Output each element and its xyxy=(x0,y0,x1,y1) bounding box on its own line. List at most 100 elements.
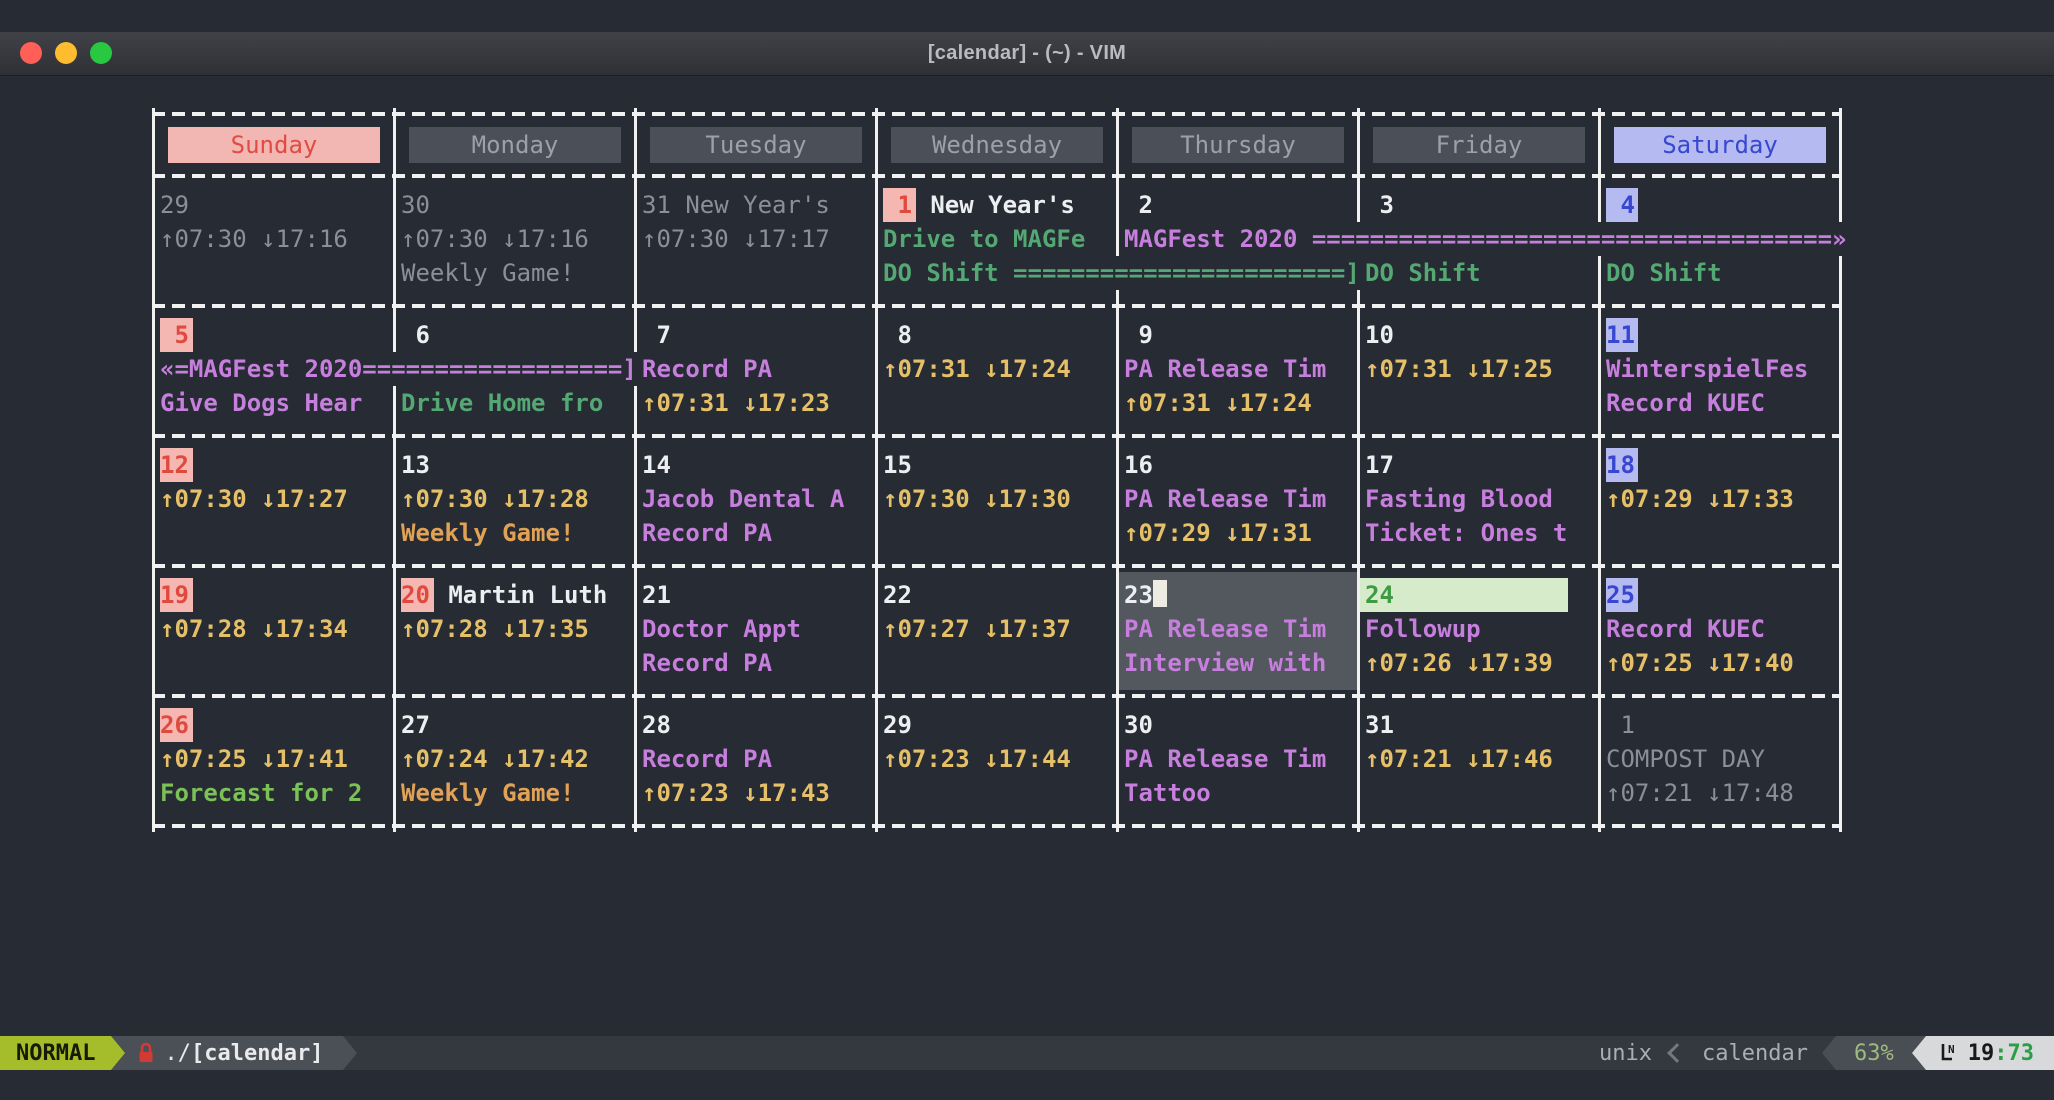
day-cell-26[interactable]: 26↑07:25 ↓17:41Forecast for 2 xyxy=(152,702,393,820)
event-text: PA Release Tim xyxy=(1124,355,1326,383)
event-line: ↑07:30 ↓17:16 xyxy=(155,222,393,256)
day-cell-18[interactable]: 18↑07:29 ↓17:33 xyxy=(1598,442,1839,560)
day-number: 31 xyxy=(1365,708,1394,742)
day-cell-5[interactable]: 5«=MAGFest 2020==================]Give D… xyxy=(152,312,393,430)
day-header-label: Wednesday xyxy=(891,127,1103,163)
day-cell-11[interactable]: 11WinterspielFesRecord KUEC xyxy=(1598,312,1839,430)
day-cell-29[interactable]: 29↑07:23 ↓17:44 xyxy=(875,702,1116,820)
event-text: Jacob Dental A xyxy=(642,485,844,513)
event-line: ↑07:26 ↓17:39 xyxy=(1360,646,1598,680)
day-cell-8[interactable]: 8↑07:31 ↓17:24 xyxy=(875,312,1116,430)
close-button[interactable] xyxy=(20,42,42,64)
day-number: 1 xyxy=(1606,708,1635,742)
day-number-line: 13 xyxy=(396,448,634,482)
event-line: WinterspielFes xyxy=(1601,352,1839,386)
event-text: Record PA xyxy=(642,649,772,677)
day-cell-29[interactable]: 29↑07:30 ↓17:16 xyxy=(152,182,393,300)
day-cell-31[interactable]: 31 ↑07:21 ↓17:46 xyxy=(1357,702,1598,820)
event-line: ↑07:30 ↓17:17 xyxy=(637,222,875,256)
sunrise-sunset-times: ↑07:31 ↓17:24 xyxy=(1124,389,1312,417)
day-number-line: 4 xyxy=(1601,188,1839,222)
day-cell-21[interactable]: 21 Doctor Appt Record PA xyxy=(634,572,875,690)
day-number: 21 xyxy=(642,578,671,612)
event-text: Weekly Game! xyxy=(401,779,574,807)
file-segment: ./[calendar] xyxy=(125,1036,343,1070)
day-cell-27[interactable]: 27↑07:24 ↓17:42Weekly Game! xyxy=(393,702,634,820)
day-header-friday: Friday xyxy=(1357,120,1598,170)
event-line: ↑07:21 ↓17:48 xyxy=(1601,776,1839,810)
day-number-line: 29 xyxy=(155,188,393,222)
day-cell-22[interactable]: 22↑07:27 ↓17:37 xyxy=(875,572,1116,690)
day-header-label: Saturday xyxy=(1614,127,1826,163)
event-text: «=MAGFest 2020==================] xyxy=(160,352,637,386)
day-cell-19[interactable]: 19↑07:28 ↓17:34 xyxy=(152,572,393,690)
day-header-thursday: Thursday xyxy=(1116,120,1357,170)
sunrise-sunset-times: ↑07:21 ↓17:46 xyxy=(1365,745,1553,773)
event-text: Give Dogs Hear xyxy=(160,389,362,417)
event-line: ↑07:27 ↓17:37 xyxy=(878,612,1116,646)
day-cell-31[interactable]: 31 New Year's↑07:30 ↓17:17 xyxy=(634,182,875,300)
event-line: ↑07:29 ↓17:33 xyxy=(1601,482,1839,516)
day-cell-23[interactable]: 23PA Release TimInterview with xyxy=(1116,572,1357,690)
event-line: Doctor Appt xyxy=(637,612,875,646)
sunrise-sunset-times: ↑07:25 ↓17:40 xyxy=(1606,649,1794,677)
sunrise-sunset-times: ↑07:30 ↓17:28 xyxy=(401,485,589,513)
grid-separator xyxy=(152,430,1842,442)
day-cell-1[interactable]: 1 New Year'sDrive to MAGFeDO Shift =====… xyxy=(875,182,1116,300)
event-line: ↑07:31 ↓17:23 xyxy=(637,386,875,420)
sunrise-sunset-times: ↑07:23 ↓17:43 xyxy=(642,779,830,807)
day-cell-13[interactable]: 13 ↑07:30 ↓17:28 Weekly Game! xyxy=(393,442,634,560)
day-number-line: 1 xyxy=(1601,708,1839,742)
event-line xyxy=(155,256,393,290)
event-line: Record KUEC xyxy=(1601,386,1839,420)
event-line: ↑07:28 ↓17:34 xyxy=(155,612,393,646)
day-cell-12[interactable]: 12↑07:30 ↓17:27 xyxy=(152,442,393,560)
day-cell-9[interactable]: 9PA Release Tim↑07:31 ↓17:24 xyxy=(1116,312,1357,430)
event-line: ↑07:30 ↓17:30 xyxy=(878,482,1116,516)
day-number-line: 30 xyxy=(396,188,634,222)
day-cell-30[interactable]: 30PA Release TimTattoo xyxy=(1116,702,1357,820)
event-line: Record PA xyxy=(637,742,875,776)
day-cell-10[interactable]: 10↑07:31 ↓17:25 xyxy=(1357,312,1598,430)
day-cell-24[interactable]: 24Followup↑07:26 ↓17:39 xyxy=(1357,572,1598,690)
grid-separator xyxy=(152,560,1842,572)
day-cell-14[interactable]: 14Jacob Dental ARecord PA xyxy=(634,442,875,560)
event-line: ↑07:21 ↓17:46 xyxy=(1360,742,1598,776)
day-number: 10 xyxy=(1365,318,1394,352)
event-text: Doctor Appt xyxy=(642,615,801,643)
day-cell-7[interactable]: 7Record PA↑07:31 ↓17:23 xyxy=(634,312,875,430)
day-cell-15[interactable]: 15↑07:30 ↓17:30 xyxy=(875,442,1116,560)
zoom-button[interactable] xyxy=(90,42,112,64)
event-line: Followup xyxy=(1360,612,1598,646)
sunrise-sunset-times: ↑07:28 ↓17:34 xyxy=(160,615,348,643)
event-text: PA Release Tim xyxy=(1124,485,1326,513)
minimize-button[interactable] xyxy=(55,42,77,64)
day-number: 16 xyxy=(1124,448,1153,482)
day-cell-20[interactable]: 20 Martin Luth↑07:28 ↓17:35 xyxy=(393,572,634,690)
event-line: DO Shift xyxy=(1360,256,1598,290)
line-number: 19 xyxy=(1968,1041,1995,1066)
event-text: DO Shift xyxy=(1365,259,1481,287)
day-cell-28[interactable]: 28Record PA↑07:23 ↓17:43 xyxy=(634,702,875,820)
day-number: 30 xyxy=(401,188,430,222)
event-text: DO Shift xyxy=(1606,259,1722,287)
day-number: 23 xyxy=(1124,578,1153,612)
day-cell-1[interactable]: 1COMPOST DAY↑07:21 ↓17:48 xyxy=(1598,702,1839,820)
event-text: Followup xyxy=(1365,615,1481,643)
event-line: ↑07:30 ↓17:28 xyxy=(396,482,634,516)
day-number: 22 xyxy=(883,578,912,612)
day-cell-17[interactable]: 17Fasting BloodTicket: Ones t xyxy=(1357,442,1598,560)
day-number-line: 15 xyxy=(878,448,1116,482)
day-cell-30[interactable]: 30↑07:30 ↓17:16Weekly Game! xyxy=(393,182,634,300)
powerline-arrow xyxy=(111,1036,125,1070)
event-line: MAGFest 2020 ===========================… xyxy=(1119,222,1357,256)
day-number: 26 xyxy=(160,708,193,742)
sunrise-sunset-times: ↑07:31 ↓17:24 xyxy=(883,355,1071,383)
event-line: Fasting Blood xyxy=(1360,482,1598,516)
event-line: Weekly Game! xyxy=(396,516,634,550)
day-cell-16[interactable]: 16PA Release Tim↑07:29 ↓17:31 xyxy=(1116,442,1357,560)
day-cell-25[interactable]: 25Record KUEC↑07:25 ↓17:40 xyxy=(1598,572,1839,690)
event-line xyxy=(1360,386,1598,420)
day-number-line: 25 xyxy=(1601,578,1839,612)
calendar-week-row: 26↑07:25 ↓17:41Forecast for 227↑07:24 ↓1… xyxy=(152,702,1842,820)
